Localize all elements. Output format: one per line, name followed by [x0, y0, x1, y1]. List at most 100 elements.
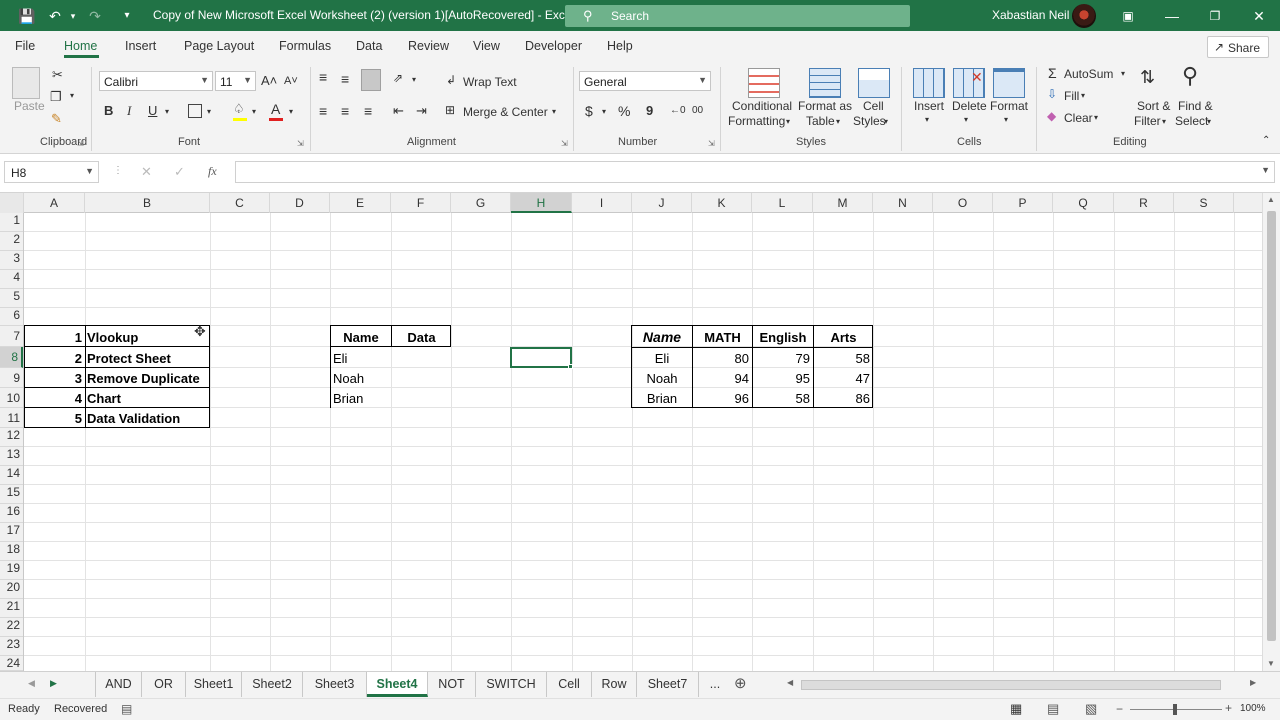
column-header-p[interactable]: P	[993, 193, 1053, 213]
column-header-i[interactable]: I	[572, 193, 632, 213]
more-sheets-button[interactable]: ...	[702, 672, 728, 697]
row-header[interactable]: 17	[0, 523, 23, 542]
fill-color-dropdown-icon[interactable]: ▾	[252, 107, 256, 116]
list-number[interactable]: 4	[25, 389, 84, 408]
row-header[interactable]: 18	[0, 542, 23, 561]
selected-cell-h8[interactable]	[510, 347, 572, 368]
chevron-down-icon[interactable]: ▾	[1162, 117, 1166, 126]
sheet-tab[interactable]: Sheet3	[303, 672, 367, 697]
scroll-left-icon[interactable]: ◀	[787, 678, 793, 687]
scores-math[interactable]: 96	[693, 389, 751, 408]
scores-math[interactable]: 94	[693, 369, 751, 388]
vertical-scrollbar[interactable]: ▲ ▼	[1262, 193, 1280, 671]
row-header[interactable]: 7	[0, 326, 23, 347]
scroll-down-icon[interactable]: ▼	[1267, 659, 1275, 668]
page-layout-view-icon[interactable]: ▤	[1047, 701, 1059, 717]
underline-button[interactable]: U	[148, 103, 157, 118]
minimize-icon[interactable]: —	[1162, 6, 1182, 26]
increase-indent-icon[interactable]: ⇥	[416, 103, 427, 119]
scores-math[interactable]: 80	[693, 349, 751, 368]
sort-filter-label-2[interactable]: Filter	[1134, 114, 1161, 128]
fill-button[interactable]: Fill	[1064, 89, 1079, 103]
alignment-launcher-icon[interactable]: ⇲	[561, 139, 568, 148]
undo-icon[interactable]: ↶	[46, 7, 64, 25]
find-select-label-1[interactable]: Find &	[1178, 99, 1213, 113]
column-header-q[interactable]: Q	[1053, 193, 1114, 213]
lookup-header-data[interactable]: Data	[392, 328, 451, 347]
lookup-name[interactable]: Brian	[333, 389, 390, 408]
autosum-button[interactable]: AutoSum	[1064, 67, 1113, 81]
column-header-a[interactable]: A	[24, 193, 85, 213]
scores-english[interactable]: 95	[753, 369, 812, 388]
sheet-tab[interactable]: NOT	[428, 672, 476, 697]
user-name[interactable]: Xabastian Neil	[992, 8, 1069, 22]
tab-page-layout[interactable]: Page Layout	[184, 39, 254, 53]
clear-dropdown-icon[interactable]: ▾	[1094, 113, 1098, 122]
column-header-f[interactable]: F	[391, 193, 451, 213]
list-item[interactable]: Chart	[87, 389, 209, 408]
zoom-in-icon[interactable]: +	[1225, 701, 1232, 715]
scores-arts[interactable]: 47	[814, 369, 872, 388]
row-header[interactable]: 9	[0, 368, 23, 388]
redo-icon[interactable]: ↷	[86, 7, 104, 25]
lookup-name[interactable]: Noah	[333, 369, 390, 388]
select-all-corner[interactable]	[0, 193, 24, 213]
search-box[interactable]: ⚲ Search	[565, 5, 910, 27]
scores-english[interactable]: 79	[753, 349, 812, 368]
column-header-l[interactable]: L	[752, 193, 813, 213]
align-center-icon[interactable]: ≡	[341, 103, 349, 119]
conditional-formatting-icon[interactable]	[748, 68, 780, 98]
avatar[interactable]	[1072, 4, 1096, 28]
clear-button[interactable]: Clear	[1064, 111, 1093, 125]
bold-button[interactable]: B	[104, 103, 113, 118]
column-header-m[interactable]: M	[813, 193, 873, 213]
column-header-e[interactable]: E	[330, 193, 391, 213]
align-left-icon[interactable]: ≡	[319, 103, 327, 119]
lookup-name[interactable]: Eli	[333, 349, 390, 368]
list-item[interactable]: Remove Duplicate	[87, 369, 209, 388]
list-number[interactable]: 2	[25, 349, 84, 368]
tab-review[interactable]: Review	[408, 39, 449, 53]
enter-icon[interactable]: ✓	[174, 164, 185, 180]
accessibility-icon[interactable]: ▤	[121, 702, 132, 716]
scores-header-english[interactable]: English	[753, 328, 813, 347]
chevron-down-icon[interactable]: ▾	[786, 117, 790, 126]
format-cells-button[interactable]: Format	[990, 99, 1028, 113]
row-header[interactable]: 22	[0, 618, 23, 637]
tab-insert[interactable]: Insert	[125, 39, 156, 53]
lookup-header-name[interactable]: Name	[331, 328, 391, 347]
font-color-icon[interactable]: A	[271, 101, 280, 117]
row-header[interactable]: 2	[0, 232, 23, 251]
chevron-down-icon[interactable]: ▾	[964, 115, 968, 124]
scroll-up-icon[interactable]: ▲	[1267, 195, 1275, 204]
column-header-r[interactable]: R	[1114, 193, 1174, 213]
add-sheet-icon[interactable]: ⊕	[734, 674, 747, 692]
borders-icon[interactable]	[188, 104, 202, 118]
column-header-b[interactable]: B	[85, 193, 210, 213]
sheet-tab[interactable]: Cell	[547, 672, 592, 697]
format-cells-icon[interactable]	[993, 68, 1025, 98]
cell-styles-icon[interactable]	[858, 68, 890, 98]
column-header-k[interactable]: K	[692, 193, 752, 213]
fill-color-icon[interactable]: ♤	[233, 101, 245, 117]
font-launcher-icon[interactable]: ⇲	[297, 139, 304, 148]
row-header[interactable]: 14	[0, 466, 23, 485]
sheet-tab[interactable]: Sheet1	[186, 672, 242, 697]
wrap-text-button[interactable]: Wrap Text	[463, 75, 517, 89]
find-select-label-2[interactable]: Select	[1175, 114, 1208, 128]
row-header[interactable]: 5	[0, 289, 23, 308]
chevron-down-icon[interactable]: ▾	[925, 115, 929, 124]
number-launcher-icon[interactable]: ⇲	[708, 139, 715, 148]
chevron-down-icon[interactable]: ▾	[1004, 115, 1008, 124]
column-header-n[interactable]: N	[873, 193, 933, 213]
prev-sheet-icon[interactable]: ◀	[28, 678, 35, 689]
row-header[interactable]: 11	[0, 408, 23, 428]
copy-dropdown-icon[interactable]: ▾	[70, 91, 74, 100]
row-header[interactable]: 15	[0, 485, 23, 504]
tab-view[interactable]: View	[473, 39, 500, 53]
sheet-tab[interactable]: Row	[592, 672, 637, 697]
scores-header-math[interactable]: MATH	[693, 328, 752, 347]
increase-decimal-icon[interactable]: ←0	[670, 105, 686, 116]
column-header-s[interactable]: S	[1174, 193, 1234, 213]
format-painter-icon[interactable]: ✎	[51, 111, 62, 127]
